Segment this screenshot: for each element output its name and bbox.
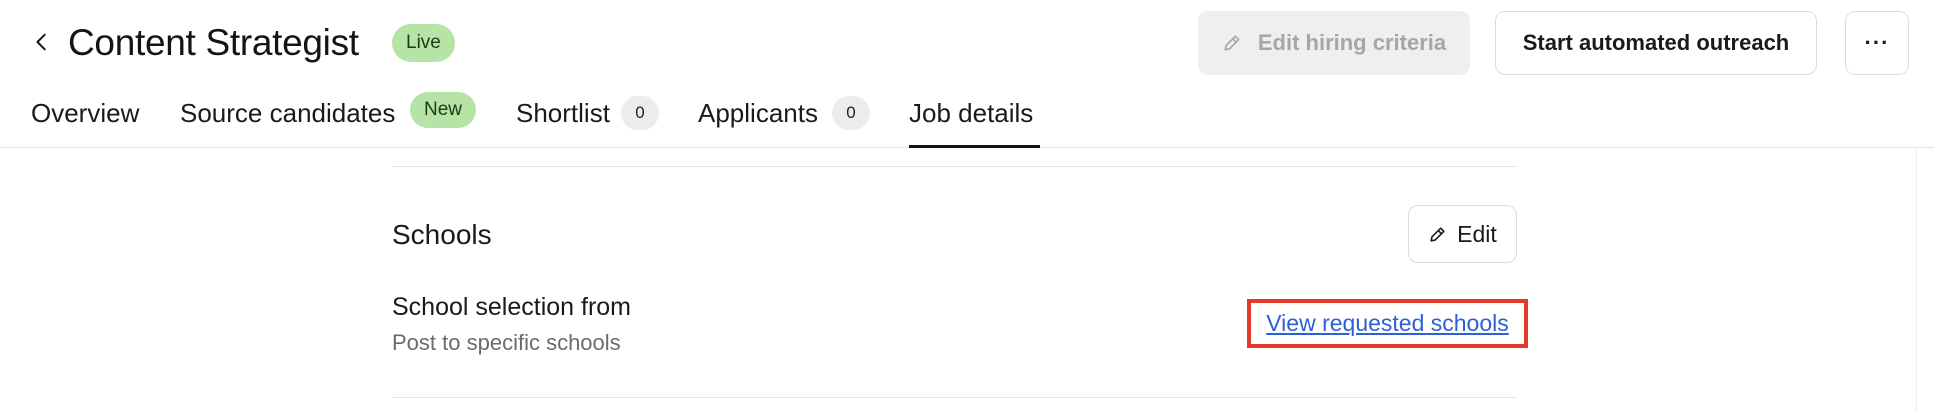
chevron-left-icon bbox=[36, 33, 46, 51]
job-header: Content Strategist Live Edit hiring crit… bbox=[0, 0, 1934, 148]
tab-applicants[interactable]: Applicants 0 bbox=[698, 90, 870, 148]
tab-source-candidates[interactable]: Source candidates New bbox=[180, 90, 480, 148]
section-divider-top bbox=[392, 166, 1517, 167]
tab-shortlist[interactable]: Shortlist 0 bbox=[516, 90, 659, 148]
tab-overview[interactable]: Overview bbox=[31, 90, 143, 148]
applicants-count-badge: 0 bbox=[832, 96, 870, 130]
page-title: Content Strategist bbox=[68, 22, 359, 63]
tab-overview-label: Overview bbox=[31, 98, 140, 128]
tab-job-details[interactable]: Job details bbox=[909, 90, 1040, 148]
edit-schools-label: Edit bbox=[1457, 220, 1497, 247]
shortlist-count-badge: 0 bbox=[621, 96, 659, 130]
edit-hiring-criteria-label: Edit hiring criteria bbox=[1257, 30, 1447, 55]
edit-schools-button[interactable]: Edit bbox=[1408, 205, 1517, 263]
tab-source-candidates-label: Source candidates bbox=[180, 98, 396, 128]
school-selection-value: Post to specific schools bbox=[392, 330, 621, 355]
status-badge: Live bbox=[392, 24, 455, 62]
start-automated-outreach-button[interactable]: Start automated outreach bbox=[1495, 11, 1817, 75]
pencil-icon bbox=[1224, 35, 1240, 51]
pencil-icon bbox=[1430, 226, 1445, 242]
tab-applicants-label: Applicants bbox=[698, 98, 818, 128]
section-divider-bottom bbox=[392, 397, 1517, 398]
more-options-button[interactable]: ··· bbox=[1845, 11, 1909, 75]
highlight-box: View requested schools bbox=[1247, 299, 1528, 348]
view-requested-schools-link[interactable]: View requested schools bbox=[1266, 310, 1509, 337]
edit-hiring-criteria-button[interactable]: Edit hiring criteria bbox=[1198, 11, 1470, 75]
scrollbar-track[interactable] bbox=[1916, 148, 1917, 412]
new-badge: New bbox=[410, 92, 477, 128]
school-selection-label: School selection from bbox=[392, 293, 632, 321]
tab-shortlist-label: Shortlist bbox=[516, 98, 610, 128]
back-button[interactable] bbox=[28, 28, 56, 56]
section-title: Schools bbox=[392, 219, 492, 250]
tab-job-details-label: Job details bbox=[909, 98, 1034, 128]
